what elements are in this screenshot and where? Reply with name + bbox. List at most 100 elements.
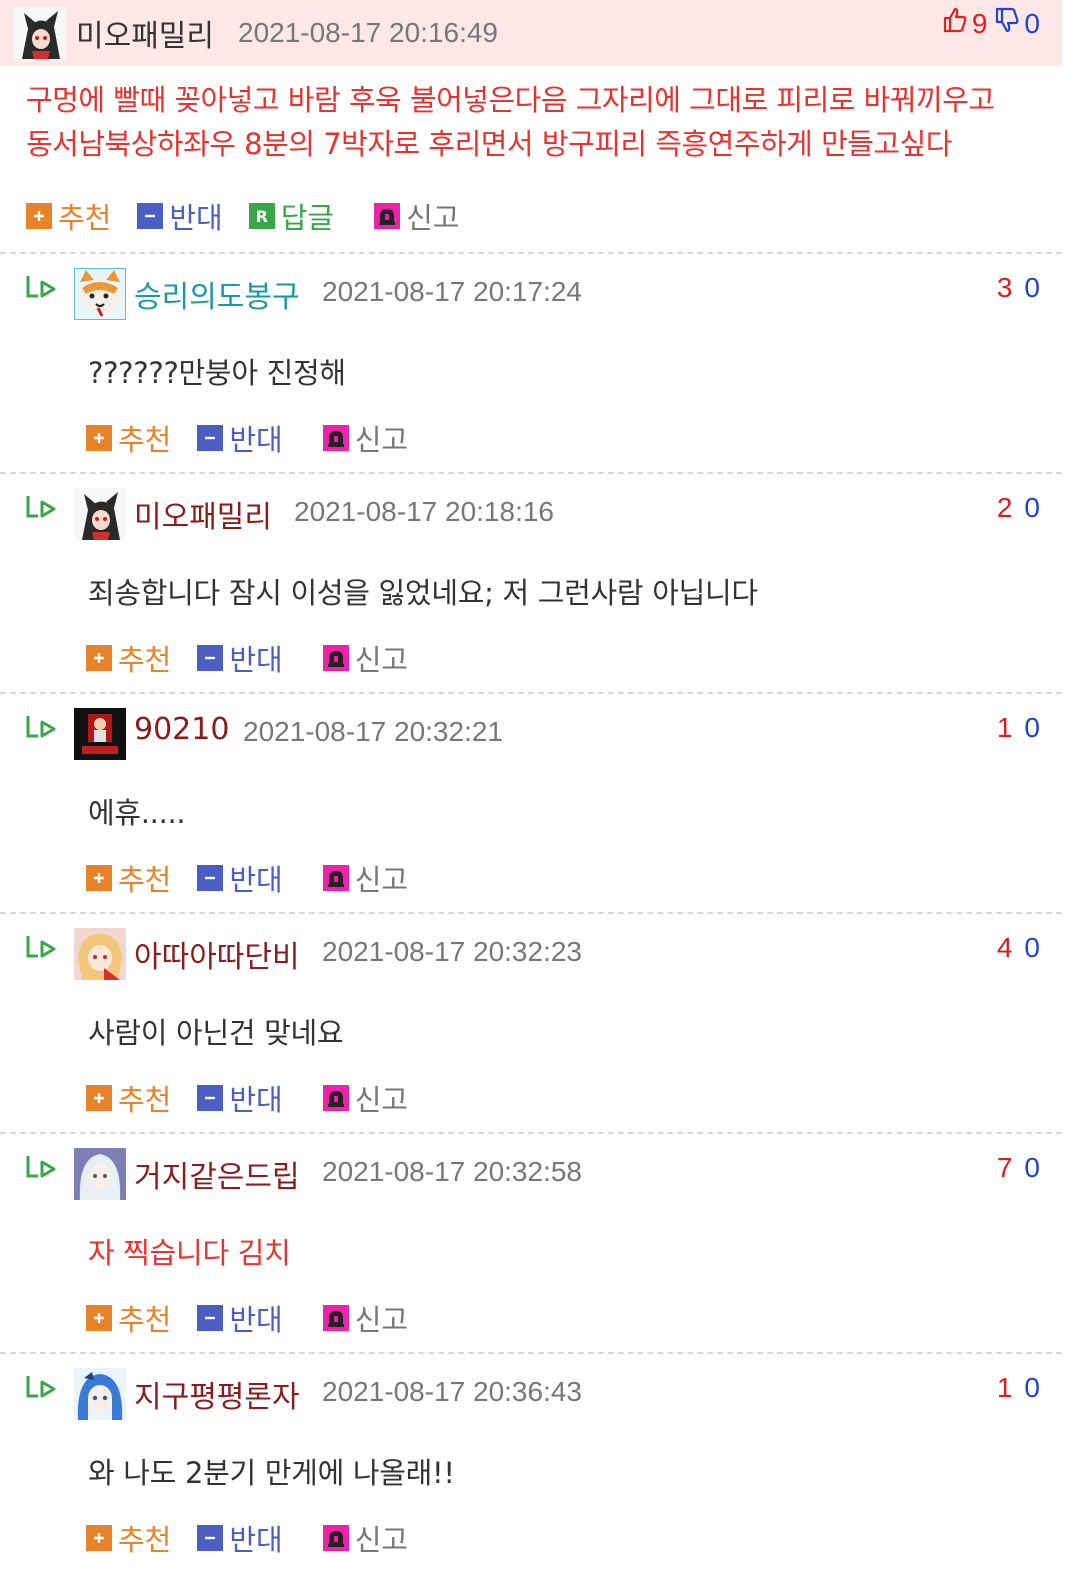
reply-nickname[interactable]: 거지같은드립 [134, 1152, 300, 1196]
plus-icon [86, 1085, 112, 1111]
main-vote-box: 9 0 [941, 6, 1040, 41]
reply-timestamp: 2021-08-17 20:18:16 [294, 496, 554, 527]
recommend-label: 추천 [118, 643, 172, 677]
report-button[interactable]: 신고 [322, 637, 408, 679]
oppose-label: 반대 [229, 423, 283, 457]
reply-arrow-icon [24, 714, 60, 742]
report-label: 신고 [354, 1523, 409, 1557]
report-button[interactable]: 신고 [374, 195, 460, 237]
reply-score: 70 [997, 1152, 1042, 1184]
recommend-button[interactable]: 추천 [86, 637, 171, 679]
report-button[interactable]: 신고 [322, 417, 408, 459]
report-button[interactable]: 신고 [322, 1517, 409, 1559]
report-button[interactable]: 신고 [322, 1077, 409, 1119]
minus-icon [197, 1305, 224, 1331]
thumbs-up-icon[interactable] [941, 6, 969, 41]
siren-icon [322, 1085, 349, 1111]
main-down-count: 0 [1024, 7, 1040, 39]
reply-item: 미오패밀리 2021-08-17 20:18:16 20 죄송합니다 잠시 이성… [0, 474, 1062, 694]
reply-body: ??????만붕아 진정해 [88, 356, 346, 390]
report-button[interactable]: 신고 [322, 1297, 409, 1339]
minus-icon [197, 1085, 224, 1111]
minus-icon [197, 425, 224, 451]
oppose-button[interactable]: 반대 [197, 857, 283, 899]
oppose-label: 반대 [229, 1083, 283, 1117]
reply-item: 지구평평론자 2021-08-17 20:36:43 10 와 나도 2분기 만… [0, 1354, 1062, 1574]
reply-arrow-icon [24, 494, 60, 522]
main-comment-body: 구멍에 빨때 꽂아넣고 바람 후욱 불어넣은다음 그자리에 그대로 피리로 바꿔… [26, 78, 1046, 166]
reply-actions: 추천 반대 신고 [86, 418, 408, 458]
reply-item: 거지같은드립 2021-08-17 20:32:58 70 자 찍습니다 김치 … [0, 1134, 1062, 1354]
oppose-button[interactable]: 반대 [197, 1077, 283, 1119]
plus-icon [86, 645, 112, 671]
siren-icon [322, 1305, 349, 1331]
oppose-button[interactable]: 반대 [197, 1517, 283, 1559]
reply-arrow-icon [24, 1374, 60, 1402]
recommend-button[interactable]: 추천 [86, 417, 171, 459]
reply-body: 에휴..... [88, 796, 186, 830]
reply-down-count: 0 [1024, 712, 1042, 743]
main-nickname[interactable]: 미오패밀리 [76, 11, 214, 55]
cat-avatar[interactable] [74, 268, 126, 320]
minus-icon [197, 645, 224, 671]
reply-actions: 추천 반대 신고 [86, 1298, 408, 1338]
reply-body: 죄송합니다 잠시 이성을 잃었네요; 저 그런사람 아닙니다 [88, 576, 758, 610]
oppose-label: 반대 [229, 1523, 283, 1557]
main-timestamp: 2021-08-17 20:16:49 [238, 17, 498, 48]
wolf-girl-avatar[interactable] [14, 7, 66, 59]
reply-actions: 추천 반대 신고 [86, 858, 408, 898]
minus-icon [197, 1525, 224, 1551]
reply-nickname[interactable]: 아따아따단비 [134, 932, 300, 976]
report-label: 신고 [354, 1303, 409, 1337]
reply-nickname[interactable]: 미오패밀리 [134, 492, 272, 536]
reply-label: 답글 [280, 201, 335, 235]
oppose-button[interactable]: 반대 [197, 637, 283, 679]
reply-arrow-icon [24, 1154, 60, 1182]
recommend-label: 추천 [118, 423, 172, 457]
reply-nickname[interactable]: 90210 [134, 712, 229, 747]
main-up-count: 9 [971, 7, 988, 39]
reply-score: 10 [997, 1372, 1042, 1404]
recommend-button[interactable]: 추천 [26, 195, 111, 237]
siren-icon [374, 203, 401, 229]
oppose-button[interactable]: 반대 [197, 417, 283, 459]
oppose-button[interactable]: 반대 [137, 195, 223, 237]
reply-body: 사람이 아닌건 맞네요 [88, 1016, 344, 1050]
reply-item: 90210 2021-08-17 20:32:21 10 에휴..... 추천 … [0, 694, 1062, 914]
reply-button[interactable]: R 답글 [248, 195, 335, 237]
reply-actions: 추천 반대 신고 [86, 638, 408, 678]
reply-nickname[interactable]: 지구평평론자 [134, 1372, 300, 1416]
wolf-girl-avatar[interactable] [74, 488, 126, 540]
reply-body: 자 찍습니다 김치 [88, 1236, 291, 1270]
main-comment-header: 미오패밀리 2021-08-17 20:16:49 9 0 [0, 0, 1062, 66]
recommend-button[interactable]: 추천 [86, 1297, 171, 1339]
minus-icon [197, 865, 224, 891]
plus-icon [26, 203, 52, 229]
reply-actions: 추천 반대 신고 [86, 1078, 408, 1118]
reply-up-count: 3 [996, 272, 1015, 303]
reply-score: 10 [997, 712, 1042, 744]
report-label: 신고 [354, 863, 409, 897]
blonde-girl-avatar[interactable] [74, 928, 126, 980]
reply-down-count: 0 [1024, 272, 1042, 303]
white-hair-avatar[interactable] [74, 1148, 126, 1200]
recommend-label: 추천 [118, 1523, 172, 1557]
report-label: 신고 [354, 1083, 409, 1117]
reply-nickname[interactable]: 승리의도봉구 [134, 272, 300, 316]
oppose-button[interactable]: 반대 [197, 1297, 283, 1339]
reply-up-count: 1 [996, 712, 1015, 743]
blue-hair-avatar[interactable] [74, 1368, 126, 1420]
recommend-label: 추천 [118, 863, 172, 897]
dark-poster-avatar[interactable] [74, 708, 126, 760]
thumbs-down-icon[interactable] [993, 6, 1021, 41]
reply-arrow-icon [24, 934, 60, 962]
reply-up-count: 2 [996, 492, 1015, 523]
siren-icon [322, 1525, 349, 1551]
reply-score: 20 [997, 492, 1042, 524]
recommend-button[interactable]: 추천 [86, 1077, 171, 1119]
report-button[interactable]: 신고 [322, 857, 409, 899]
recommend-button[interactable]: 추천 [86, 1517, 171, 1559]
oppose-label: 반대 [229, 1303, 283, 1337]
reply-item: 아따아따단비 2021-08-17 20:32:23 40 사람이 아닌건 맞네… [0, 914, 1062, 1134]
recommend-button[interactable]: 추천 [86, 857, 171, 899]
